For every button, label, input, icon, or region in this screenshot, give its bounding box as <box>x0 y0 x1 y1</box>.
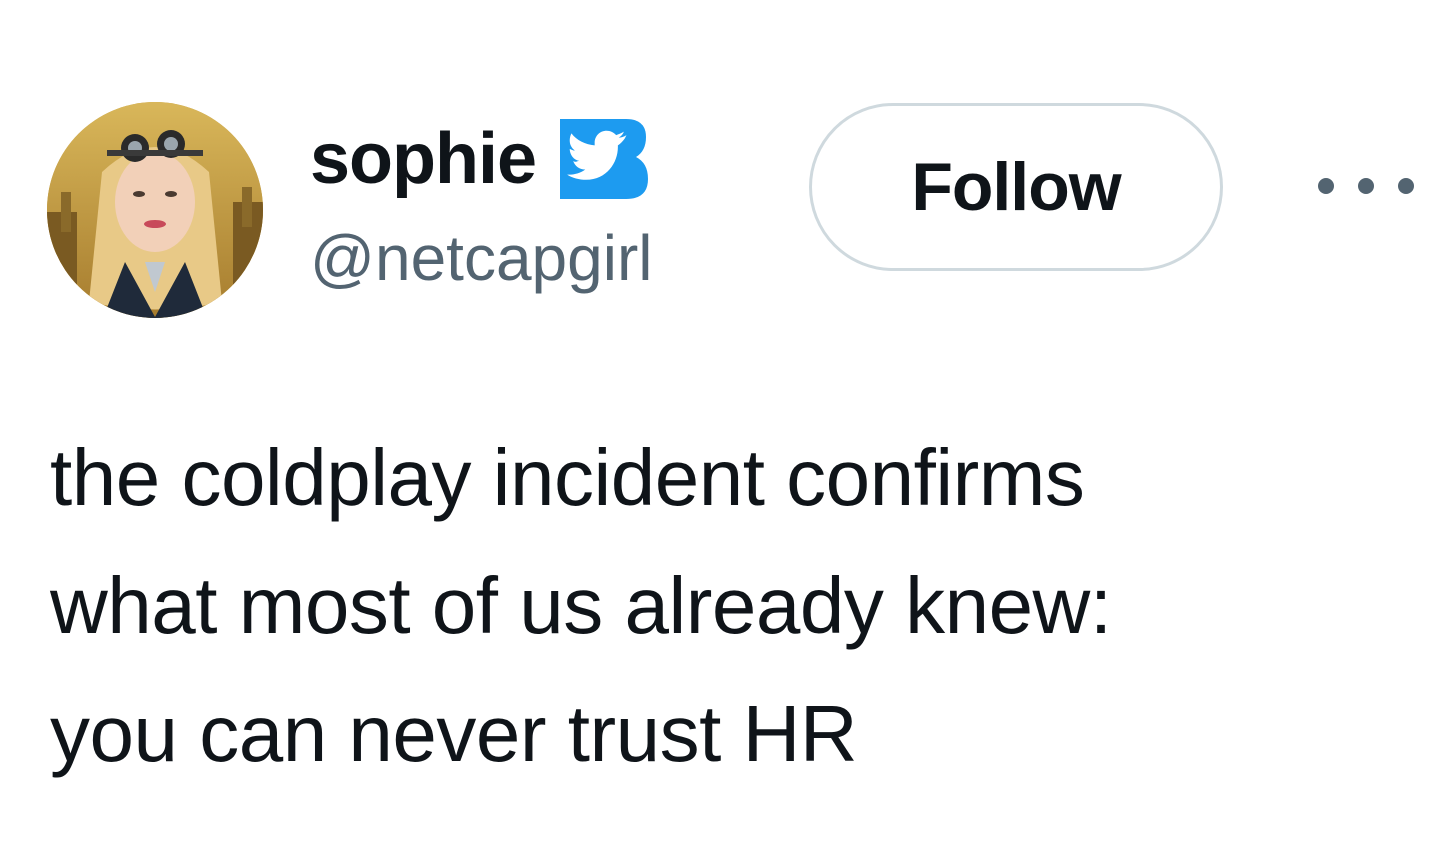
follow-button[interactable]: Follow <box>809 103 1223 271</box>
tweet-text: the coldplay incident confirms what most… <box>50 414 1420 798</box>
more-options-icon[interactable] <box>1318 160 1414 212</box>
follow-button-label: Follow <box>911 149 1121 225</box>
avatar-photo <box>47 102 263 318</box>
author-handle[interactable]: @netcapgirl <box>310 226 652 290</box>
avatar[interactable] <box>47 102 263 318</box>
more-dot <box>1358 178 1374 194</box>
tweet-text-line: you can never trust HR <box>50 689 858 778</box>
twitter-bird-badge-icon <box>560 119 649 199</box>
tweet-text-line: the coldplay incident confirms <box>50 433 1085 522</box>
more-dot <box>1398 178 1414 194</box>
author-name-row: sophie <box>310 114 649 204</box>
tweet-card: sophie @netcapgirl Follow the coldplay i… <box>0 0 1447 857</box>
more-dot <box>1318 178 1334 194</box>
display-name[interactable]: sophie <box>310 123 537 195</box>
tweet-text-line: what most of us already knew: <box>50 561 1112 650</box>
